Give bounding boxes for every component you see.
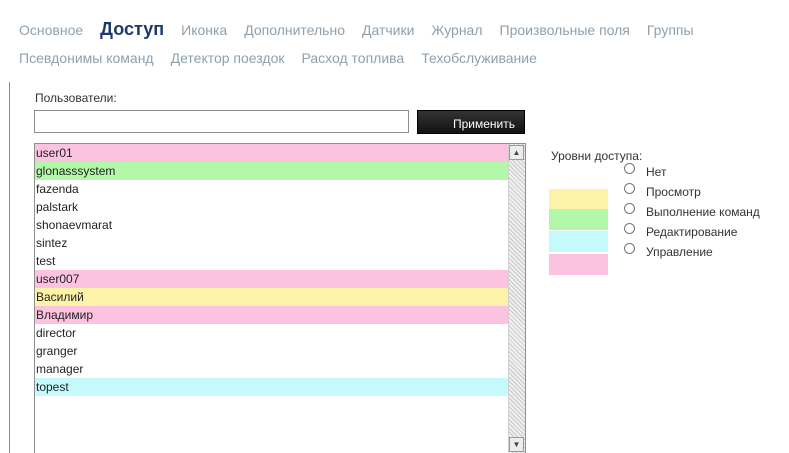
user-list-item[interactable]: user007: [35, 270, 508, 288]
user-list-item[interactable]: Владимир: [35, 306, 508, 324]
access-level-option[interactable]: Управление: [624, 243, 713, 261]
tab-bar: Основное Доступ Иконка Дополнительно Датчики…: [19, 0, 789, 73]
user-list-item[interactable]: sintez: [35, 234, 508, 252]
access-level-label: Просмотр: [646, 185, 701, 199]
access-level-label: Нет: [646, 165, 667, 179]
user-list-item[interactable]: user01: [35, 144, 508, 162]
access-level-label: Редактирование: [646, 225, 738, 239]
tab-item[interactable]: Группы: [647, 22, 694, 38]
tab-item[interactable]: Детектор поездок: [171, 50, 285, 66]
user-list-item[interactable]: palstark: [35, 198, 508, 216]
radio-button[interactable]: [624, 243, 635, 255]
user-rows: user01 glonasssystem fazenda palstark shonae…: [35, 144, 525, 396]
user-list-item[interactable]: granger: [35, 342, 508, 360]
user-list-item[interactable]: test: [35, 252, 508, 270]
access-level-label: Выполнение команд: [646, 205, 760, 219]
triangle-up-icon[interactable]: ▲: [509, 145, 524, 160]
access-level-option[interactable]: Редактирование: [624, 223, 737, 241]
access-level-swatch: [549, 231, 608, 252]
tab-item[interactable]: Датчики: [362, 22, 414, 38]
user-list-scrollbar[interactable]: ▲ ▼: [508, 144, 525, 453]
user-list[interactable]: user01 glonasssystem fazenda palstark shonae…: [34, 143, 526, 453]
user-list-item[interactable]: manager: [35, 360, 508, 378]
access-level-swatch: [549, 189, 608, 210]
radio-button[interactable]: [624, 203, 635, 215]
user-list-item[interactable]: Василий: [35, 288, 508, 306]
tab-item[interactable]: Доступ: [100, 19, 164, 39]
radio-button[interactable]: [624, 183, 635, 195]
user-list-item[interactable]: shonaevmarat: [35, 216, 508, 234]
apply-button[interactable]: Применить: [417, 110, 525, 134]
user-list-item[interactable]: fazenda: [35, 180, 508, 198]
radio-button[interactable]: [624, 223, 635, 235]
tab-item[interactable]: Дополнительно: [244, 22, 345, 38]
radio-button[interactable]: [624, 163, 635, 175]
user-search-input[interactable]: [34, 110, 409, 133]
access-level-swatch: [549, 254, 608, 275]
tab-item[interactable]: Основное: [19, 22, 83, 38]
access-level-label: Управление: [646, 245, 713, 259]
access-level-option[interactable]: Просмотр: [624, 183, 701, 201]
tab-row-secondary: Псевдонимы команд Детектор поездок Расход …: [19, 50, 789, 73]
tab-item[interactable]: Иконка: [181, 22, 227, 38]
tab-item[interactable]: Журнал: [431, 22, 482, 38]
tab-item[interactable]: Техобслуживание: [421, 50, 537, 66]
user-list-item[interactable]: director: [35, 324, 508, 342]
tab-row-primary: Основное Доступ Иконка Дополнительно Датчики…: [19, 19, 789, 42]
panel-left-border: [9, 82, 10, 453]
tab-item[interactable]: Произвольные поля: [500, 22, 630, 38]
tab-item[interactable]: Псевдонимы команд: [19, 50, 154, 66]
triangle-down-icon[interactable]: ▼: [509, 437, 524, 452]
access-levels-title: Уровни доступа:: [551, 149, 643, 163]
user-list-item[interactable]: topest: [35, 378, 508, 396]
user-list-item[interactable]: glonasssystem: [35, 162, 508, 180]
access-level-swatch: [549, 209, 608, 230]
access-level-option[interactable]: Нет: [624, 163, 666, 181]
users-label: Пользователи:: [35, 91, 117, 105]
tab-item[interactable]: Расход топлива: [301, 50, 404, 66]
access-level-option[interactable]: Выполнение команд: [624, 203, 760, 221]
